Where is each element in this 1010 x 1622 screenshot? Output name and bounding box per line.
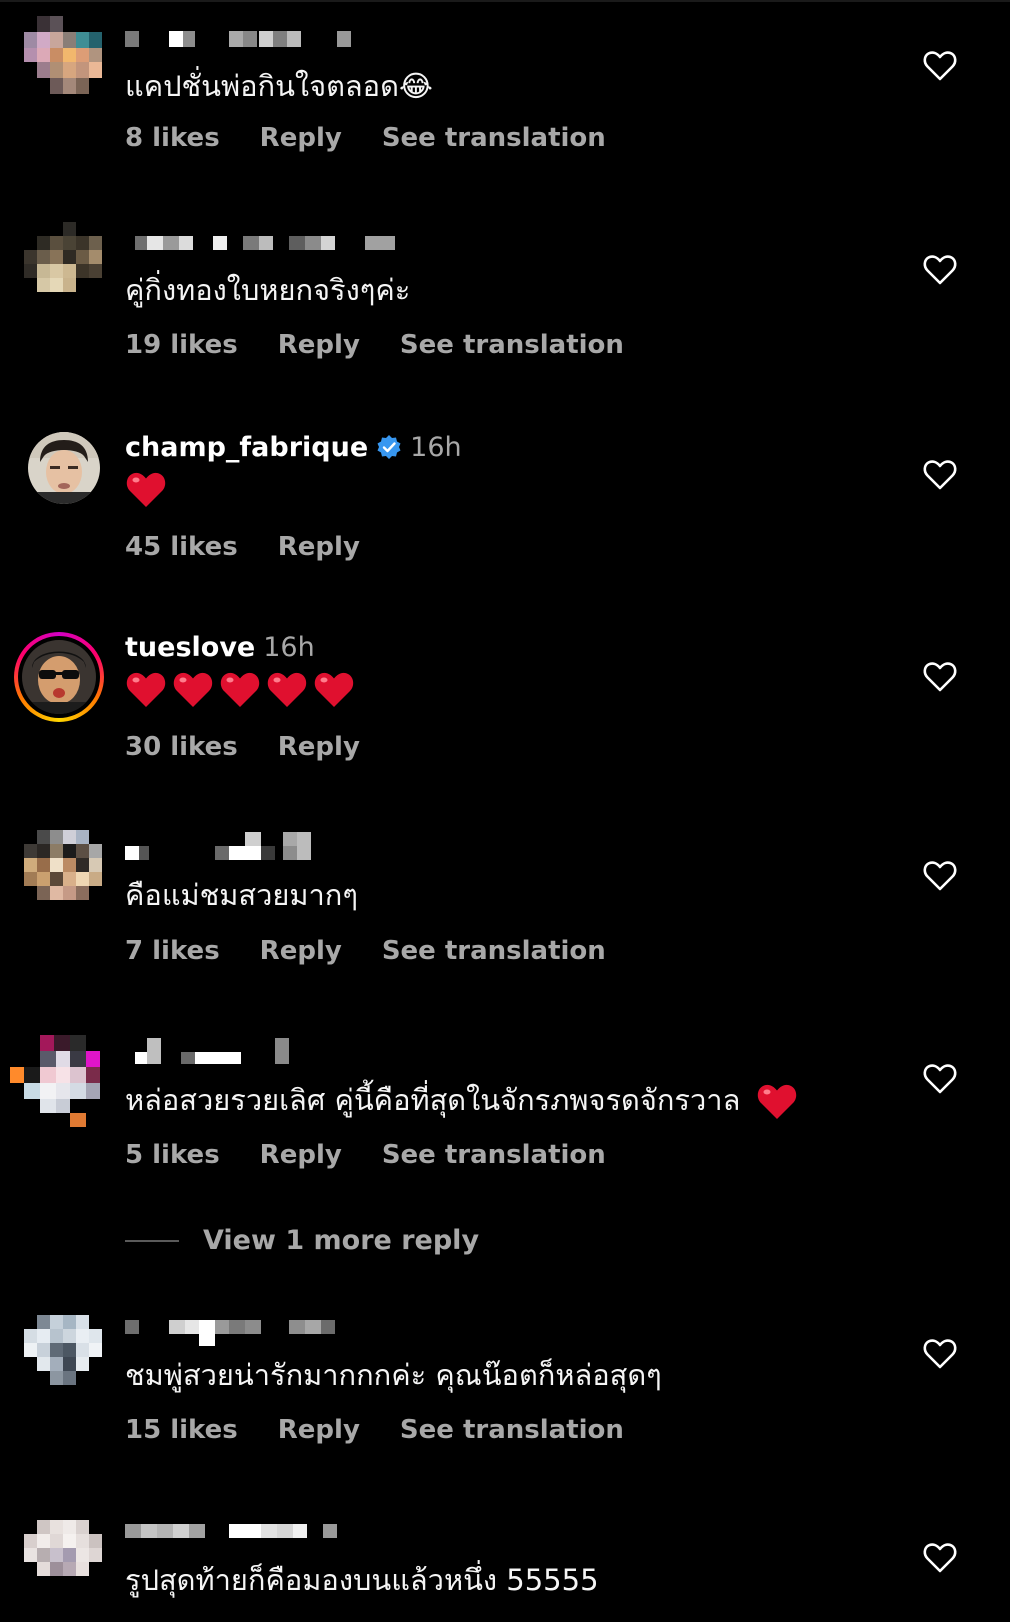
see-translation-button[interactable]: See translation xyxy=(382,936,606,966)
comment-text xyxy=(125,468,167,510)
reply-button[interactable]: Reply xyxy=(260,1140,342,1170)
likes-count[interactable]: 30 likes xyxy=(125,732,238,762)
username-masked[interactable] xyxy=(125,1034,305,1066)
reply-thread-line xyxy=(125,1239,179,1242)
like-heart-icon[interactable] xyxy=(923,661,957,693)
comment-text: หล่อสวยรวยเลิศ คู่นี้คือที่สุดในจักรภพจร… xyxy=(125,1080,798,1122)
red-heart-emoji xyxy=(126,472,166,507)
likes-count[interactable]: 8 likes xyxy=(125,123,220,153)
reply-button[interactable]: Reply xyxy=(278,330,360,360)
avatar xyxy=(22,640,96,714)
comment-actions: 45 likes Reply xyxy=(125,532,360,562)
avatar[interactable] xyxy=(24,222,102,300)
avatar[interactable] xyxy=(24,1315,102,1393)
view-more-replies-button[interactable]: View 1 more reply xyxy=(125,1225,479,1256)
likes-count[interactable]: 45 likes xyxy=(125,532,238,562)
comment-text: รูปสุดท้ายก็คือมองบนแล้วหนึ่ง 55555 xyxy=(125,1563,599,1597)
red-heart-emoji xyxy=(757,1084,796,1119)
verified-badge-icon xyxy=(376,434,402,460)
username-masked[interactable] xyxy=(125,226,405,258)
reply-button[interactable]: Reply xyxy=(278,1415,360,1445)
likes-count[interactable]: 5 likes xyxy=(125,1140,220,1170)
comment-header: champ_fabrique 16h xyxy=(125,431,462,463)
laughing-emoji-icon: 😂 xyxy=(398,69,433,103)
comment-actions: 5 likes Reply See translation xyxy=(125,1140,606,1170)
comment-actions: 8 likes Reply See translation xyxy=(125,123,606,153)
avatar[interactable] xyxy=(28,432,100,504)
comment-text: คือแม่ชมสวยมากๆ xyxy=(125,878,358,912)
see-translation-button[interactable]: See translation xyxy=(400,330,624,360)
red-heart-emoji xyxy=(267,672,307,707)
see-translation-button[interactable]: See translation xyxy=(382,1140,606,1170)
comment-actions: 19 likes Reply See translation xyxy=(125,330,624,360)
red-heart-emoji xyxy=(220,672,260,707)
red-heart-emoji xyxy=(126,672,166,707)
red-heart-emoji xyxy=(314,672,354,707)
username[interactable]: tueslove xyxy=(125,632,255,663)
avatar[interactable] xyxy=(24,16,102,94)
comment-text xyxy=(125,670,355,710)
comment-actions: 15 likes Reply See translation xyxy=(125,1415,624,1445)
username[interactable]: champ_fabrique xyxy=(125,432,368,463)
comment-text: แคปชั่นพ่อกินใจตลอด😂 xyxy=(125,69,433,103)
reply-button[interactable]: Reply xyxy=(278,732,360,762)
see-translation-button[interactable]: See translation xyxy=(400,1415,624,1445)
comment-header: tueslove 16h xyxy=(125,631,315,663)
view-more-replies-label: View 1 more reply xyxy=(203,1225,480,1256)
story-ring-avatar[interactable] xyxy=(14,632,104,722)
username-masked[interactable] xyxy=(125,830,325,862)
comment-actions: 7 likes Reply See translation xyxy=(125,936,606,966)
like-heart-icon[interactable] xyxy=(923,1338,957,1370)
comment-text: ชมพู่สวยน่ารักมากกกค่ะ คุณน๊อตก็หล่อสุดๆ xyxy=(125,1358,662,1392)
like-heart-icon[interactable] xyxy=(923,254,957,286)
like-heart-icon[interactable] xyxy=(923,1542,957,1574)
avatar[interactable] xyxy=(10,1035,102,1127)
likes-count[interactable]: 19 likes xyxy=(125,330,238,360)
comment-timestamp: 16h xyxy=(263,631,315,663)
see-translation-button[interactable]: See translation xyxy=(382,123,606,153)
like-heart-icon[interactable] xyxy=(923,50,957,82)
like-heart-icon[interactable] xyxy=(923,860,957,892)
comment-text: คู่กิ่งทองใบหยกจริงๆค่ะ xyxy=(125,273,411,307)
like-heart-icon[interactable] xyxy=(923,459,957,491)
username-masked[interactable] xyxy=(125,1312,355,1346)
comment-timestamp: 16h xyxy=(410,431,462,463)
likes-count[interactable]: 15 likes xyxy=(125,1415,238,1445)
reply-button[interactable]: Reply xyxy=(260,936,342,966)
username-masked[interactable] xyxy=(125,23,365,55)
red-heart-emoji xyxy=(173,672,213,707)
comment-actions: 30 likes Reply xyxy=(125,732,360,762)
username-masked[interactable] xyxy=(125,1516,355,1548)
avatar[interactable] xyxy=(24,1520,102,1598)
reply-button[interactable]: Reply xyxy=(278,532,360,562)
avatar[interactable] xyxy=(24,830,102,908)
top-divider xyxy=(0,0,1010,2)
likes-count[interactable]: 7 likes xyxy=(125,936,220,966)
reply-button[interactable]: Reply xyxy=(260,123,342,153)
like-heart-icon[interactable] xyxy=(923,1063,957,1095)
